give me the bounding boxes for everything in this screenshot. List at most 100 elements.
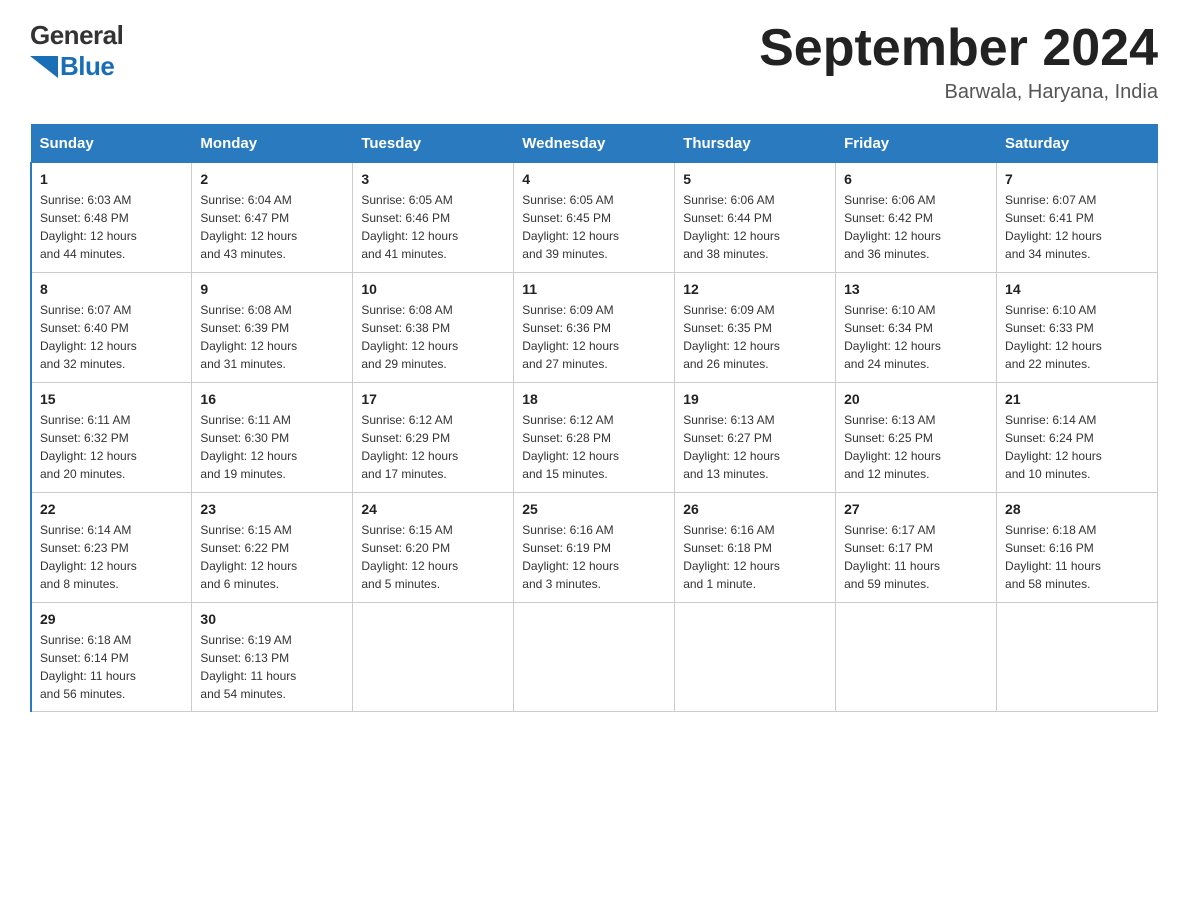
title-section: September 2024 Barwala, Haryana, India — [759, 20, 1158, 104]
table-row: 24 Sunrise: 6:15 AMSunset: 6:20 PMDaylig… — [353, 493, 514, 603]
table-row: 30 Sunrise: 6:19 AMSunset: 6:13 PMDaylig… — [192, 603, 353, 712]
day-number: 21 — [1005, 391, 1149, 407]
day-info: Sunrise: 6:15 AMSunset: 6:22 PMDaylight:… — [200, 521, 344, 593]
day-info: Sunrise: 6:15 AMSunset: 6:20 PMDaylight:… — [361, 521, 505, 593]
table-row: 17 Sunrise: 6:12 AMSunset: 6:29 PMDaylig… — [353, 383, 514, 493]
header-saturday: Saturday — [997, 125, 1158, 163]
table-row: 3 Sunrise: 6:05 AMSunset: 6:46 PMDayligh… — [353, 163, 514, 273]
day-number: 20 — [844, 391, 988, 407]
table-row: 11 Sunrise: 6:09 AMSunset: 6:36 PMDaylig… — [514, 273, 675, 383]
day-info: Sunrise: 6:12 AMSunset: 6:29 PMDaylight:… — [361, 411, 505, 483]
table-row: 7 Sunrise: 6:07 AMSunset: 6:41 PMDayligh… — [997, 163, 1158, 273]
table-row: 10 Sunrise: 6:08 AMSunset: 6:38 PMDaylig… — [353, 273, 514, 383]
month-year-title: September 2024 — [759, 20, 1158, 77]
calendar-table: Sunday Monday Tuesday Wednesday Thursday… — [30, 124, 1158, 712]
logo-general-text: General — [30, 20, 123, 51]
day-number: 19 — [683, 391, 827, 407]
day-number: 26 — [683, 501, 827, 517]
day-info: Sunrise: 6:05 AMSunset: 6:46 PMDaylight:… — [361, 191, 505, 263]
header-wednesday: Wednesday — [514, 125, 675, 163]
logo: General Blue — [30, 20, 123, 82]
table-row: 8 Sunrise: 6:07 AMSunset: 6:40 PMDayligh… — [31, 273, 192, 383]
day-info: Sunrise: 6:10 AMSunset: 6:33 PMDaylight:… — [1005, 301, 1149, 373]
day-info: Sunrise: 6:13 AMSunset: 6:27 PMDaylight:… — [683, 411, 827, 483]
day-number: 16 — [200, 391, 344, 407]
table-row: 16 Sunrise: 6:11 AMSunset: 6:30 PMDaylig… — [192, 383, 353, 493]
calendar-week-row: 15 Sunrise: 6:11 AMSunset: 6:32 PMDaylig… — [31, 383, 1158, 493]
table-row: 6 Sunrise: 6:06 AMSunset: 6:42 PMDayligh… — [836, 163, 997, 273]
day-info: Sunrise: 6:08 AMSunset: 6:39 PMDaylight:… — [200, 301, 344, 373]
day-info: Sunrise: 6:07 AMSunset: 6:40 PMDaylight:… — [40, 301, 183, 373]
page-header: General Blue September 2024 Barwala, Har… — [30, 20, 1158, 104]
table-row: 27 Sunrise: 6:17 AMSunset: 6:17 PMDaylig… — [836, 493, 997, 603]
day-number: 11 — [522, 281, 666, 297]
table-row: 23 Sunrise: 6:15 AMSunset: 6:22 PMDaylig… — [192, 493, 353, 603]
day-number: 9 — [200, 281, 344, 297]
day-number: 14 — [1005, 281, 1149, 297]
day-number: 4 — [522, 171, 666, 187]
table-row: 12 Sunrise: 6:09 AMSunset: 6:35 PMDaylig… — [675, 273, 836, 383]
table-row: 26 Sunrise: 6:16 AMSunset: 6:18 PMDaylig… — [675, 493, 836, 603]
day-info: Sunrise: 6:09 AMSunset: 6:36 PMDaylight:… — [522, 301, 666, 373]
day-number: 3 — [361, 171, 505, 187]
day-info: Sunrise: 6:17 AMSunset: 6:17 PMDaylight:… — [844, 521, 988, 593]
day-number: 2 — [200, 171, 344, 187]
day-number: 28 — [1005, 501, 1149, 517]
table-row: 28 Sunrise: 6:18 AMSunset: 6:16 PMDaylig… — [997, 493, 1158, 603]
day-number: 7 — [1005, 171, 1149, 187]
day-info: Sunrise: 6:06 AMSunset: 6:44 PMDaylight:… — [683, 191, 827, 263]
table-row: 15 Sunrise: 6:11 AMSunset: 6:32 PMDaylig… — [31, 383, 192, 493]
table-row: 5 Sunrise: 6:06 AMSunset: 6:44 PMDayligh… — [675, 163, 836, 273]
day-number: 29 — [40, 611, 183, 627]
table-row: 9 Sunrise: 6:08 AMSunset: 6:39 PMDayligh… — [192, 273, 353, 383]
logo-triangle-icon — [30, 56, 58, 78]
day-info: Sunrise: 6:09 AMSunset: 6:35 PMDaylight:… — [683, 301, 827, 373]
day-number: 30 — [200, 611, 344, 627]
table-row — [836, 603, 997, 712]
day-info: Sunrise: 6:07 AMSunset: 6:41 PMDaylight:… — [1005, 191, 1149, 263]
day-info: Sunrise: 6:11 AMSunset: 6:32 PMDaylight:… — [40, 411, 183, 483]
day-info: Sunrise: 6:13 AMSunset: 6:25 PMDaylight:… — [844, 411, 988, 483]
day-info: Sunrise: 6:05 AMSunset: 6:45 PMDaylight:… — [522, 191, 666, 263]
logo-container: General Blue — [30, 20, 123, 82]
day-info: Sunrise: 6:14 AMSunset: 6:23 PMDaylight:… — [40, 521, 183, 593]
table-row: 14 Sunrise: 6:10 AMSunset: 6:33 PMDaylig… — [997, 273, 1158, 383]
day-number: 1 — [40, 171, 183, 187]
table-row: 1 Sunrise: 6:03 AMSunset: 6:48 PMDayligh… — [31, 163, 192, 273]
table-row: 20 Sunrise: 6:13 AMSunset: 6:25 PMDaylig… — [836, 383, 997, 493]
table-row: 21 Sunrise: 6:14 AMSunset: 6:24 PMDaylig… — [997, 383, 1158, 493]
day-info: Sunrise: 6:18 AMSunset: 6:14 PMDaylight:… — [40, 631, 183, 703]
table-row: 22 Sunrise: 6:14 AMSunset: 6:23 PMDaylig… — [31, 493, 192, 603]
table-row — [514, 603, 675, 712]
day-number: 6 — [844, 171, 988, 187]
header-tuesday: Tuesday — [353, 125, 514, 163]
table-row: 4 Sunrise: 6:05 AMSunset: 6:45 PMDayligh… — [514, 163, 675, 273]
table-row — [997, 603, 1158, 712]
table-row: 29 Sunrise: 6:18 AMSunset: 6:14 PMDaylig… — [31, 603, 192, 712]
day-info: Sunrise: 6:08 AMSunset: 6:38 PMDaylight:… — [361, 301, 505, 373]
table-row: 18 Sunrise: 6:12 AMSunset: 6:28 PMDaylig… — [514, 383, 675, 493]
day-number: 5 — [683, 171, 827, 187]
location-subtitle: Barwala, Haryana, India — [759, 81, 1158, 104]
day-number: 8 — [40, 281, 183, 297]
day-info: Sunrise: 6:03 AMSunset: 6:48 PMDaylight:… — [40, 191, 183, 263]
table-row: 25 Sunrise: 6:16 AMSunset: 6:19 PMDaylig… — [514, 493, 675, 603]
day-info: Sunrise: 6:06 AMSunset: 6:42 PMDaylight:… — [844, 191, 988, 263]
day-info: Sunrise: 6:16 AMSunset: 6:18 PMDaylight:… — [683, 521, 827, 593]
day-number: 27 — [844, 501, 988, 517]
table-row: 19 Sunrise: 6:13 AMSunset: 6:27 PMDaylig… — [675, 383, 836, 493]
calendar-header-row: Sunday Monday Tuesday Wednesday Thursday… — [31, 125, 1158, 163]
header-friday: Friday — [836, 125, 997, 163]
day-number: 13 — [844, 281, 988, 297]
calendar-week-row: 29 Sunrise: 6:18 AMSunset: 6:14 PMDaylig… — [31, 603, 1158, 712]
day-number: 23 — [200, 501, 344, 517]
day-info: Sunrise: 6:18 AMSunset: 6:16 PMDaylight:… — [1005, 521, 1149, 593]
day-info: Sunrise: 6:12 AMSunset: 6:28 PMDaylight:… — [522, 411, 666, 483]
day-info: Sunrise: 6:11 AMSunset: 6:30 PMDaylight:… — [200, 411, 344, 483]
header-sunday: Sunday — [31, 125, 192, 163]
logo-blue-text: Blue — [60, 51, 114, 82]
table-row — [675, 603, 836, 712]
table-row: 2 Sunrise: 6:04 AMSunset: 6:47 PMDayligh… — [192, 163, 353, 273]
day-info: Sunrise: 6:10 AMSunset: 6:34 PMDaylight:… — [844, 301, 988, 373]
day-number: 18 — [522, 391, 666, 407]
